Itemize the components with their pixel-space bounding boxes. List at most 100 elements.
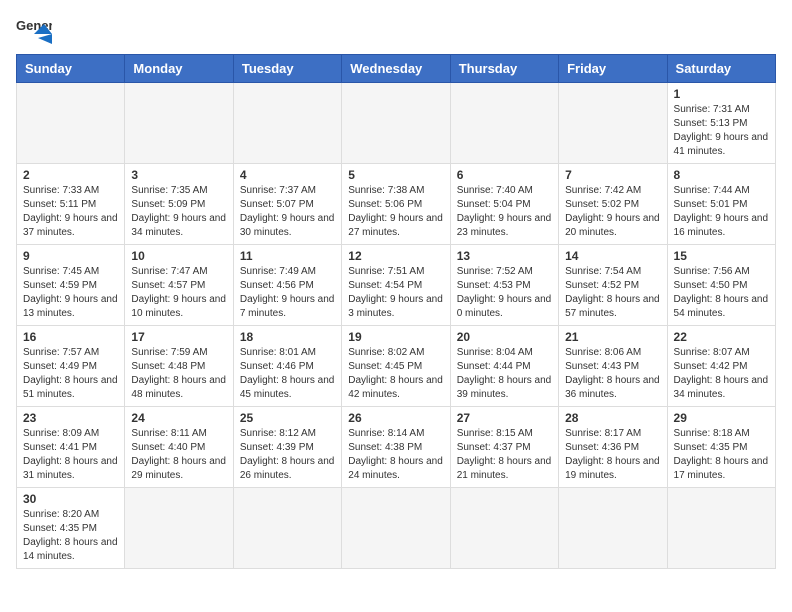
calendar-cell: 14 Sunrise: 7:54 AM Sunset: 4:52 PM Dayli… xyxy=(559,245,667,326)
day-number: 20 xyxy=(457,330,552,344)
day-number: 23 xyxy=(23,411,118,425)
calendar-cell: 9 Sunrise: 7:45 AM Sunset: 4:59 PM Daylig… xyxy=(17,245,125,326)
day-number: 30 xyxy=(23,492,118,506)
calendar-cell: 8 Sunrise: 7:44 AM Sunset: 5:01 PM Daylig… xyxy=(667,164,775,245)
calendar-cell xyxy=(125,488,233,569)
day-info: Sunrise: 8:06 AM Sunset: 4:43 PM Dayligh… xyxy=(565,346,660,402)
day-info: Sunrise: 8:14 AM Sunset: 4:38 PM Dayligh… xyxy=(348,427,443,483)
day-number: 25 xyxy=(240,411,335,425)
day-number: 10 xyxy=(131,249,226,263)
logo: General xyxy=(16,16,56,44)
day-number: 5 xyxy=(348,168,443,182)
calendar-header-row: SundayMondayTuesdayWednesdayThursdayFrid… xyxy=(17,55,776,83)
day-info: Sunrise: 7:51 AM Sunset: 4:54 PM Dayligh… xyxy=(348,265,443,321)
calendar-cell: 4Sunrise: 7:37 AM Sunset: 5:07 PM Daylig… xyxy=(233,164,341,245)
generalblue-logo-icon: General xyxy=(16,16,52,44)
calendar-table: SundayMondayTuesdayWednesdayThursdayFrid… xyxy=(16,54,776,569)
day-info: Sunrise: 7:42 AM Sunset: 5:02 PM Dayligh… xyxy=(565,184,660,240)
day-header-friday: Friday xyxy=(559,55,667,83)
day-number: 7 xyxy=(565,168,660,182)
day-info: Sunrise: 7:56 AM Sunset: 4:50 PM Dayligh… xyxy=(674,265,769,321)
day-info: Sunrise: 7:59 AM Sunset: 4:48 PM Dayligh… xyxy=(131,346,226,402)
day-number: 6 xyxy=(457,168,552,182)
day-info: Sunrise: 7:40 AM Sunset: 5:04 PM Dayligh… xyxy=(457,184,552,240)
day-number: 3 xyxy=(131,168,226,182)
header: General xyxy=(16,16,776,44)
day-number: 24 xyxy=(131,411,226,425)
day-info: Sunrise: 7:37 AM Sunset: 5:07 PM Dayligh… xyxy=(240,184,335,240)
calendar-cell: 30 Sunrise: 8:20 AM Sunset: 4:35 PM Dayli… xyxy=(17,488,125,569)
day-info: Sunrise: 7:47 AM Sunset: 4:57 PM Dayligh… xyxy=(131,265,226,321)
day-number: 22 xyxy=(674,330,769,344)
calendar-cell xyxy=(450,83,558,164)
day-info: Sunrise: 7:35 AM Sunset: 5:09 PM Dayligh… xyxy=(131,184,226,240)
day-header-sunday: Sunday xyxy=(17,55,125,83)
calendar-cell: 29 Sunrise: 8:18 AM Sunset: 4:35 PM Dayli… xyxy=(667,407,775,488)
day-info: Sunrise: 7:45 AM Sunset: 4:59 PM Dayligh… xyxy=(23,265,118,321)
calendar-cell xyxy=(125,83,233,164)
calendar-week-5: 23 Sunrise: 8:09 AM Sunset: 4:41 PM Dayli… xyxy=(17,407,776,488)
calendar-cell: 5Sunrise: 7:38 AM Sunset: 5:06 PM Daylig… xyxy=(342,164,450,245)
day-number: 29 xyxy=(674,411,769,425)
day-info: Sunrise: 7:52 AM Sunset: 4:53 PM Dayligh… xyxy=(457,265,552,321)
day-info: Sunrise: 8:18 AM Sunset: 4:35 PM Dayligh… xyxy=(674,427,769,483)
calendar-cell xyxy=(342,488,450,569)
calendar-cell: 22 Sunrise: 8:07 AM Sunset: 4:42 PM Dayli… xyxy=(667,326,775,407)
day-header-monday: Monday xyxy=(125,55,233,83)
calendar-cell: 28Sunrise: 8:17 AM Sunset: 4:36 PM Dayli… xyxy=(559,407,667,488)
calendar-week-6: 30 Sunrise: 8:20 AM Sunset: 4:35 PM Dayli… xyxy=(17,488,776,569)
day-number: 8 xyxy=(674,168,769,182)
day-number: 17 xyxy=(131,330,226,344)
calendar-cell: 25 Sunrise: 8:12 AM Sunset: 4:39 PM Dayli… xyxy=(233,407,341,488)
calendar-cell: 23 Sunrise: 8:09 AM Sunset: 4:41 PM Dayli… xyxy=(17,407,125,488)
day-number: 14 xyxy=(565,249,660,263)
day-info: Sunrise: 7:44 AM Sunset: 5:01 PM Dayligh… xyxy=(674,184,769,240)
calendar-cell xyxy=(450,488,558,569)
calendar-cell xyxy=(559,488,667,569)
day-info: Sunrise: 8:07 AM Sunset: 4:42 PM Dayligh… xyxy=(674,346,769,402)
calendar-cell: 7 Sunrise: 7:42 AM Sunset: 5:02 PM Daylig… xyxy=(559,164,667,245)
day-header-thursday: Thursday xyxy=(450,55,558,83)
day-info: Sunrise: 7:54 AM Sunset: 4:52 PM Dayligh… xyxy=(565,265,660,321)
day-info: Sunrise: 8:11 AM Sunset: 4:40 PM Dayligh… xyxy=(131,427,226,483)
day-number: 11 xyxy=(240,249,335,263)
day-info: Sunrise: 8:02 AM Sunset: 4:45 PM Dayligh… xyxy=(348,346,443,402)
calendar-cell: 26 Sunrise: 8:14 AM Sunset: 4:38 PM Dayli… xyxy=(342,407,450,488)
day-info: Sunrise: 7:33 AM Sunset: 5:11 PM Dayligh… xyxy=(23,184,118,240)
calendar-cell: 21 Sunrise: 8:06 AM Sunset: 4:43 PM Dayli… xyxy=(559,326,667,407)
calendar-cell: 12 Sunrise: 7:51 AM Sunset: 4:54 PM Dayli… xyxy=(342,245,450,326)
calendar-cell: 2Sunrise: 7:33 AM Sunset: 5:11 PM Daylig… xyxy=(17,164,125,245)
day-info: Sunrise: 8:12 AM Sunset: 4:39 PM Dayligh… xyxy=(240,427,335,483)
day-header-tuesday: Tuesday xyxy=(233,55,341,83)
calendar-cell xyxy=(342,83,450,164)
day-number: 27 xyxy=(457,411,552,425)
day-info: Sunrise: 8:04 AM Sunset: 4:44 PM Dayligh… xyxy=(457,346,552,402)
day-number: 19 xyxy=(348,330,443,344)
day-info: Sunrise: 7:31 AM Sunset: 5:13 PM Dayligh… xyxy=(674,103,769,159)
calendar-cell xyxy=(559,83,667,164)
calendar-cell: 3 Sunrise: 7:35 AM Sunset: 5:09 PM Daylig… xyxy=(125,164,233,245)
calendar-week-2: 2Sunrise: 7:33 AM Sunset: 5:11 PM Daylig… xyxy=(17,164,776,245)
calendar-cell xyxy=(667,488,775,569)
day-info: Sunrise: 7:49 AM Sunset: 4:56 PM Dayligh… xyxy=(240,265,335,321)
day-number: 26 xyxy=(348,411,443,425)
calendar-cell xyxy=(233,488,341,569)
calendar-cell: 13Sunrise: 7:52 AM Sunset: 4:53 PM Dayli… xyxy=(450,245,558,326)
calendar-cell: 15Sunrise: 7:56 AM Sunset: 4:50 PM Dayli… xyxy=(667,245,775,326)
calendar-cell: 16 Sunrise: 7:57 AM Sunset: 4:49 PM Dayli… xyxy=(17,326,125,407)
day-number: 9 xyxy=(23,249,118,263)
day-info: Sunrise: 8:20 AM Sunset: 4:35 PM Dayligh… xyxy=(23,508,118,564)
day-header-wednesday: Wednesday xyxy=(342,55,450,83)
day-number: 16 xyxy=(23,330,118,344)
calendar-cell: 11 Sunrise: 7:49 AM Sunset: 4:56 PM Dayli… xyxy=(233,245,341,326)
day-number: 21 xyxy=(565,330,660,344)
day-info: Sunrise: 8:09 AM Sunset: 4:41 PM Dayligh… xyxy=(23,427,118,483)
day-info: Sunrise: 8:01 AM Sunset: 4:46 PM Dayligh… xyxy=(240,346,335,402)
day-info: Sunrise: 8:15 AM Sunset: 4:37 PM Dayligh… xyxy=(457,427,552,483)
calendar-cell: 17 Sunrise: 7:59 AM Sunset: 4:48 PM Dayli… xyxy=(125,326,233,407)
day-number: 28 xyxy=(565,411,660,425)
calendar-cell: 19 Sunrise: 8:02 AM Sunset: 4:45 PM Dayli… xyxy=(342,326,450,407)
calendar-week-1: 1Sunrise: 7:31 AM Sunset: 5:13 PM Daylig… xyxy=(17,83,776,164)
day-number: 12 xyxy=(348,249,443,263)
day-info: Sunrise: 7:57 AM Sunset: 4:49 PM Dayligh… xyxy=(23,346,118,402)
